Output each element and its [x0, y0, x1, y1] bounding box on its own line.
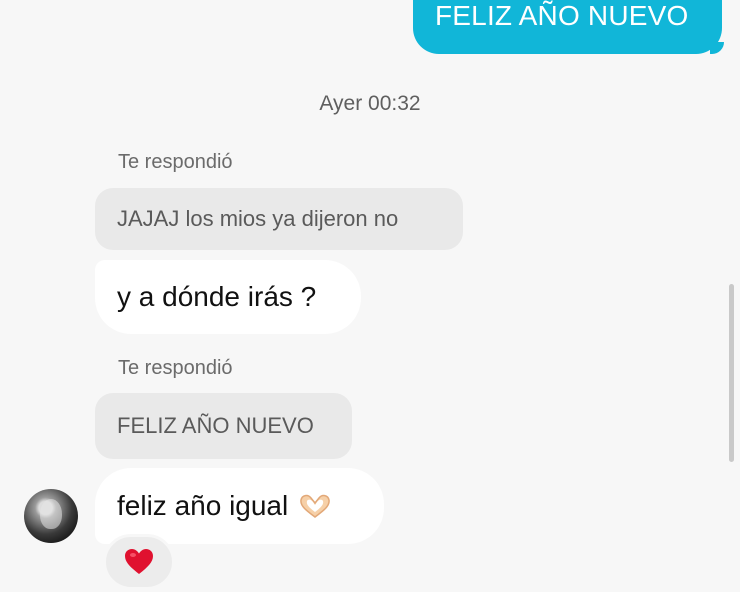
received-message-bubble[interactable]: feliz año igual — [95, 468, 384, 544]
red-heart-icon — [125, 549, 153, 574]
timestamp: Ayer 00:32 — [319, 92, 421, 115]
quoted-message-text: JAJAJ los mios ya dijeron no — [117, 206, 399, 231]
received-message-bubble[interactable]: y a dónde irás ? — [95, 260, 361, 334]
quoted-message[interactable]: FELIZ AÑO NUEVO — [95, 393, 352, 459]
quoted-message[interactable]: JAJAJ los mios ya dijeron no — [95, 188, 463, 250]
quoted-message-text: FELIZ AÑO NUEVO — [117, 413, 314, 438]
heart-hands-icon — [300, 494, 330, 518]
received-message-text: y a dónde irás ? — [117, 281, 317, 312]
sent-message-bubble[interactable]: FELIZ AÑO NUEVO — [413, 0, 722, 54]
sent-bubble-tail — [710, 42, 724, 54]
reply-caption: Te respondió — [118, 151, 233, 173]
received-message-text: feliz año igual — [117, 490, 289, 521]
reaction-badge[interactable] — [103, 534, 175, 590]
reply-caption: Te respondió — [118, 357, 233, 379]
scrollbar[interactable] — [729, 284, 734, 462]
avatar[interactable] — [24, 489, 78, 543]
sent-message-text: FELIZ AÑO NUEVO — [435, 0, 689, 31]
